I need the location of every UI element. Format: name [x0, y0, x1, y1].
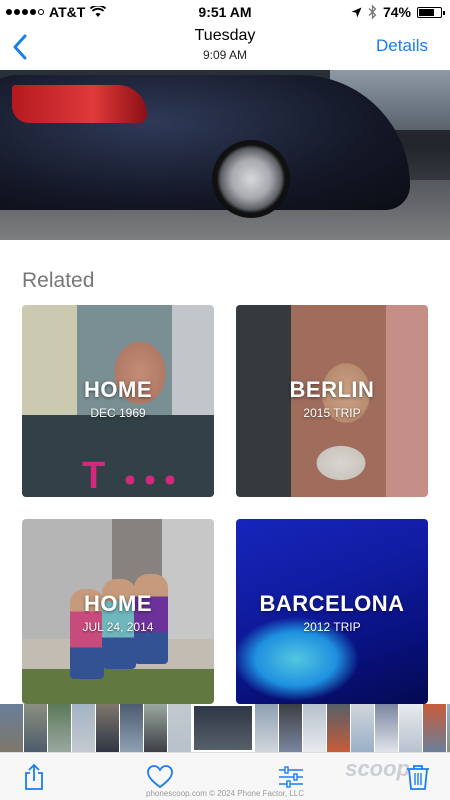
main-photo[interactable]: [0, 70, 450, 240]
battery-percent: 74%: [382, 4, 411, 20]
related-album-card[interactable]: BERLIN 2015 TRIP: [236, 305, 428, 497]
album-title: BERLIN: [289, 377, 375, 402]
watermark-logo: scoop: [345, 756, 410, 781]
filmstrip-thumbnail[interactable]: [120, 704, 143, 752]
share-icon[interactable]: [20, 763, 48, 791]
heart-icon[interactable]: [146, 763, 174, 791]
photo-filmstrip[interactable]: [0, 704, 450, 752]
bluetooth-icon: [368, 5, 377, 19]
filmstrip-thumbnail[interactable]: [168, 704, 191, 752]
filmstrip-thumbnail[interactable]: [96, 704, 119, 752]
status-right-group: 74%: [351, 4, 445, 20]
related-album-card[interactable]: HOME JUL 24, 2014: [22, 519, 214, 704]
filmstrip-thumbnail[interactable]: [72, 704, 95, 752]
album-title: HOME: [84, 591, 152, 616]
battery-icon: [417, 6, 445, 18]
related-album-card[interactable]: T HOME DEC 1969: [22, 305, 214, 497]
album-subtitle: 2015 TRIP: [303, 406, 361, 420]
battery-level: [419, 8, 434, 16]
filmstrip-thumbnail[interactable]: [255, 704, 278, 752]
related-album-card[interactable]: BARCELONA 2012 TRIP: [236, 519, 428, 704]
filmstrip-thumbnail[interactable]: [327, 704, 350, 752]
album-title: HOME: [84, 377, 152, 402]
navigation-bar: Tuesday 9:09 AM Details: [0, 24, 450, 70]
car-taillight: [12, 85, 147, 123]
details-button[interactable]: Details: [376, 36, 428, 56]
filmstrip-thumbnail[interactable]: [48, 704, 71, 752]
status-bar: AT&T 9:51 AM 74%: [0, 0, 450, 24]
album-subtitle: 2012 TRIP: [303, 620, 361, 634]
adjust-icon[interactable]: [277, 763, 305, 791]
filmstrip-thumbnail[interactable]: [0, 704, 23, 752]
album-subtitle: JUL 24, 2014: [82, 620, 154, 634]
filmstrip-thumbnail-selected[interactable]: [192, 704, 254, 752]
location-arrow-icon: [351, 7, 362, 17]
related-heading: Related: [22, 269, 95, 292]
filmstrip-thumbnail[interactable]: [303, 704, 326, 752]
filmstrip-thumbnail[interactable]: [375, 704, 398, 752]
watermark-text: phonescoop.com © 2024 Phone Factor, LLC: [146, 789, 304, 798]
filmstrip-thumbnail[interactable]: [423, 704, 446, 752]
album-subtitle: DEC 1969: [90, 406, 146, 420]
filmstrip-thumbnail[interactable]: [399, 704, 422, 752]
car-wheel: [212, 140, 290, 218]
album-title: BARCELONA: [259, 591, 405, 616]
filmstrip-thumbnail[interactable]: [279, 704, 302, 752]
filmstrip-thumbnail[interactable]: [24, 704, 47, 752]
filmstrip-thumbnail[interactable]: [351, 704, 374, 752]
filmstrip-thumbnail[interactable]: [144, 704, 167, 752]
